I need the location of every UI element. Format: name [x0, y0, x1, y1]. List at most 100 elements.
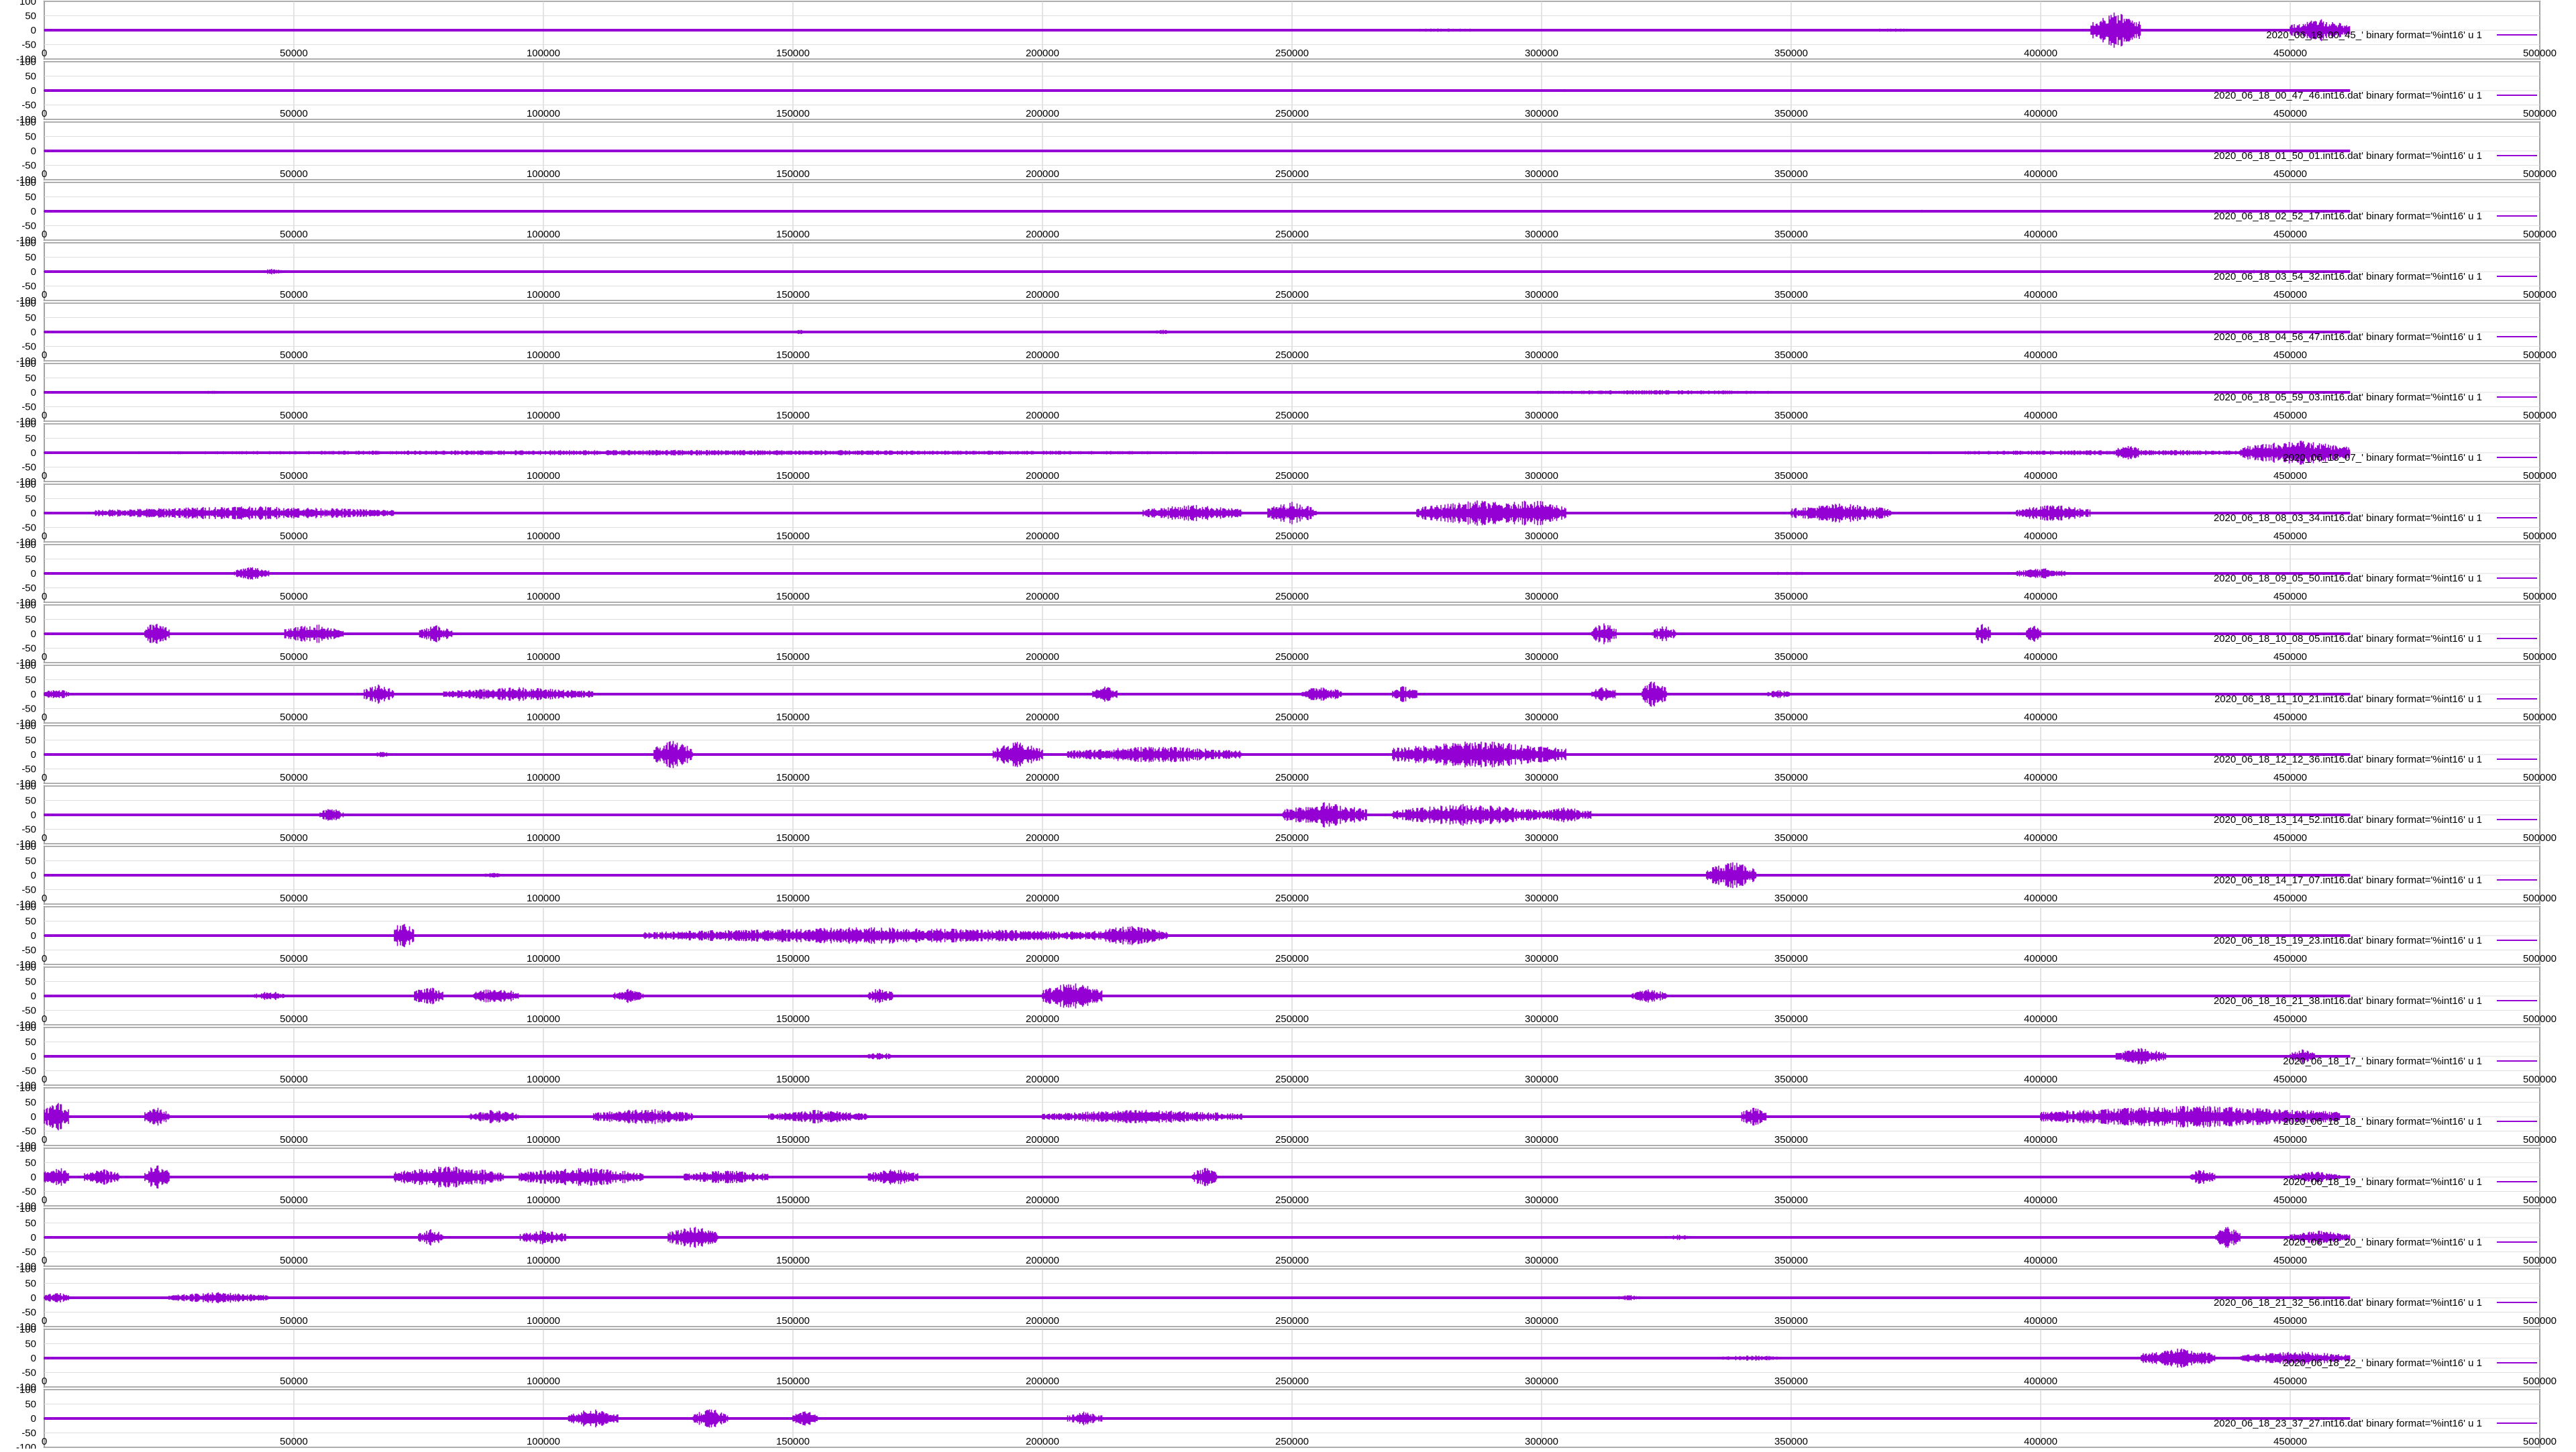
y-tick-label: 0	[31, 689, 36, 700]
y-tick-label: 100	[19, 1324, 36, 1335]
x-tick-label: 250000	[1275, 712, 1309, 723]
x-tick-label: 250000	[1275, 1013, 1309, 1025]
x-tick-label: 350000	[1774, 712, 1808, 723]
y-tick-label: 0	[31, 85, 36, 97]
x-tick-label: 50000	[280, 48, 308, 59]
x-tick-label: 450000	[2273, 1436, 2307, 1447]
x-tick-label: 500000	[2523, 410, 2557, 421]
legend-label: 2020_06_18_11_10_21.int16.dat' binary fo…	[2214, 693, 2482, 705]
x-tick-label: 150000	[776, 410, 810, 421]
x-tick-label: 100000	[527, 349, 560, 361]
x-tick-label: 400000	[2024, 168, 2057, 180]
x-tick-label: 350000	[1774, 893, 1808, 904]
legend-format: ' binary format='%int16' u 1	[2361, 30, 2482, 41]
y-tick-label: -50	[21, 462, 36, 473]
legend-file-name: 2020_06_18_08_03_34.int16.dat	[2214, 512, 2362, 524]
y-tick-label: 100	[19, 841, 36, 852]
legend-label: 2020_06_18_17_' binary format='%int16' u…	[2283, 1056, 2482, 1067]
y-tick-label: 50	[25, 976, 36, 988]
x-tick-label: 300000	[1525, 1194, 1558, 1206]
panel: 0 50000 100000 150000 200000 250000 300000 3500…	[16, 56, 2557, 125]
x-tick-label: 100000	[527, 168, 560, 180]
x-tick-label: 100000	[527, 1315, 560, 1327]
y-tick-label: 0	[31, 870, 36, 881]
x-tick-label: 450000	[2273, 229, 2307, 240]
x-tick-label: 150000	[776, 1194, 810, 1206]
x-tick-label: 250000	[1275, 1074, 1309, 1085]
panel: 0 50000 100000 150000 200000 250000 300000 3500…	[16, 418, 2557, 488]
x-tick-label: 200000	[1026, 1436, 1059, 1447]
panel: 0 50000 100000 150000 200000 250000 300000 3500…	[16, 298, 2557, 367]
y-tick-label: 50	[25, 1399, 36, 1410]
x-tick-label: 50000	[280, 1013, 308, 1025]
legend-label: 2020_06_18_10_08_05.int16.dat' binary fo…	[2214, 633, 2482, 645]
y-tick-label: -50	[21, 40, 36, 51]
legend-file-name: 2020_06_18_01_50_01.int16.dat	[2214, 150, 2362, 162]
y-tick-label: 0	[31, 447, 36, 459]
x-tick-label: 450000	[2273, 832, 2307, 844]
legend-label: 2020_06_18_05_59_03.int16.dat' binary fo…	[2214, 392, 2482, 403]
panel: 0 50000 100000 150000 200000 250000 300000 3500…	[16, 841, 2557, 910]
y-tick-label: 100	[19, 177, 36, 188]
x-tick-label: 250000	[1275, 48, 1309, 59]
y-tick-label: -50	[21, 160, 36, 172]
x-tick-label: 0	[42, 530, 47, 542]
x-tick-label: 50000	[280, 168, 308, 180]
x-tick-label: 300000	[1525, 1074, 1558, 1085]
x-tick-label: 200000	[1026, 289, 1059, 300]
x-tick-label: 200000	[1026, 893, 1059, 904]
x-tick-label: 300000	[1525, 953, 1558, 964]
x-tick-label: 350000	[1774, 1436, 1808, 1447]
y-tick-label: 100	[19, 962, 36, 973]
x-tick-label: 100000	[527, 470, 560, 482]
x-tick-label: 400000	[2024, 1074, 2057, 1085]
x-tick-label: 150000	[776, 1255, 810, 1266]
x-tick-label: 500000	[2523, 1436, 2557, 1447]
x-tick-label: 500000	[2523, 470, 2557, 482]
panel: 0 50000 100000 150000 200000 250000 300000 3500…	[16, 1384, 2557, 1452]
legend-format: ' binary format='%int16' u 1	[2361, 1357, 2482, 1369]
x-tick-label: 50000	[280, 772, 308, 783]
x-tick-label: 150000	[776, 953, 810, 964]
x-tick-label: 0	[42, 229, 47, 240]
y-tick-label: 100	[19, 1384, 36, 1396]
x-tick-label: 250000	[1275, 1194, 1309, 1206]
panel: 0 50000 100000 150000 200000 250000 300000 3500…	[16, 781, 2557, 850]
x-tick-label: 350000	[1774, 1255, 1808, 1266]
x-tick-label: 100000	[527, 108, 560, 119]
x-tick-label: 150000	[776, 591, 810, 602]
legend-format: ' binary format='%int16' u 1	[2361, 1418, 2482, 1429]
x-tick-label: 450000	[2273, 470, 2307, 482]
x-tick-label: 350000	[1774, 349, 1808, 361]
x-tick-label: 300000	[1525, 591, 1558, 602]
x-tick-label: 400000	[2024, 651, 2057, 663]
x-tick-label: 500000	[2523, 530, 2557, 542]
x-tick-label: 200000	[1026, 1013, 1059, 1025]
y-tick-label: 0	[31, 749, 36, 761]
x-tick-label: 400000	[2024, 1013, 2057, 1025]
x-tick-label: 500000	[2523, 108, 2557, 119]
legend-format: ' binary format='%int16' u 1	[2361, 512, 2482, 524]
x-tick-label: 450000	[2273, 953, 2307, 964]
legend-format: ' binary format='%int16' u 1	[2361, 573, 2482, 584]
x-tick-label: 300000	[1525, 470, 1558, 482]
x-tick-label: 100000	[527, 1376, 560, 1387]
x-tick-label: 400000	[2024, 410, 2057, 421]
x-tick-label: 100000	[527, 48, 560, 59]
panel: 0 50000 100000 150000 200000 250000 300000 3500…	[16, 117, 2557, 186]
y-tick-label: 0	[31, 1413, 36, 1425]
x-tick-label: 100000	[527, 772, 560, 783]
legend-file-name: 2020_06_18_03_54_32.int16.dat	[2214, 271, 2362, 282]
x-tick-label: 300000	[1525, 108, 1558, 119]
x-tick-label: 150000	[776, 470, 810, 482]
x-tick-label: 200000	[1026, 1194, 1059, 1206]
x-tick-label: 450000	[2273, 1315, 2307, 1327]
y-tick-label: -50	[21, 402, 36, 413]
x-tick-label: 300000	[1525, 530, 1558, 542]
legend-file-name: 2020_06_18_15_19_23.int16.dat	[2214, 935, 2362, 946]
x-tick-label: 450000	[2273, 591, 2307, 602]
legend-label: 2020_06_18_01_50_01.int16.dat' binary fo…	[2214, 150, 2482, 162]
x-tick-label: 100000	[527, 1255, 560, 1266]
panel: 0 50000 100000 150000 200000 250000 300000 3500…	[16, 720, 2557, 789]
x-tick-label: 500000	[2523, 1376, 2557, 1387]
